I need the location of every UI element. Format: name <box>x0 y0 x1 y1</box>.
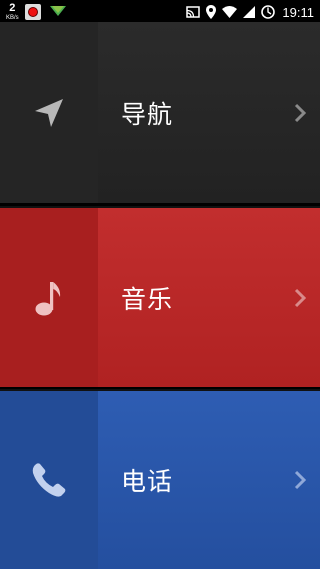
network-speed-unit: KB/s <box>6 15 19 21</box>
menu-icon-column <box>0 391 98 569</box>
menu-icon-column <box>0 22 98 203</box>
clock: 19:11 <box>282 4 314 20</box>
chevron-right-icon <box>294 103 306 122</box>
menu-item-phone[interactable]: 电话 <box>0 389 320 569</box>
network-speed: 2 KB/s <box>6 2 19 22</box>
menu-item-navigation[interactable]: 导航 <box>0 22 320 203</box>
music-note-icon <box>35 281 61 315</box>
download-icon <box>49 6 66 16</box>
network-speed-value: 2 <box>9 2 16 14</box>
location-icon <box>206 5 217 19</box>
signal-icon <box>243 6 256 18</box>
menu-label-phone: 电话 <box>121 467 174 496</box>
chevron-right-icon <box>294 288 306 307</box>
navigation-arrow-icon <box>35 98 63 127</box>
wifi-icon <box>222 6 238 18</box>
cast-icon <box>186 6 201 18</box>
menu-icon-column <box>0 208 98 387</box>
battery-icon <box>261 5 276 19</box>
menu-label-music: 音乐 <box>121 284 174 314</box>
menu-label-navigation: 导航 <box>121 99 174 129</box>
chevron-right-icon <box>294 470 306 490</box>
phone-icon <box>32 463 66 497</box>
record-icon <box>24 4 41 20</box>
status-bar: 2 KB/s 19:11 <box>0 0 320 24</box>
menu-item-music[interactable]: 音乐 <box>0 206 320 387</box>
